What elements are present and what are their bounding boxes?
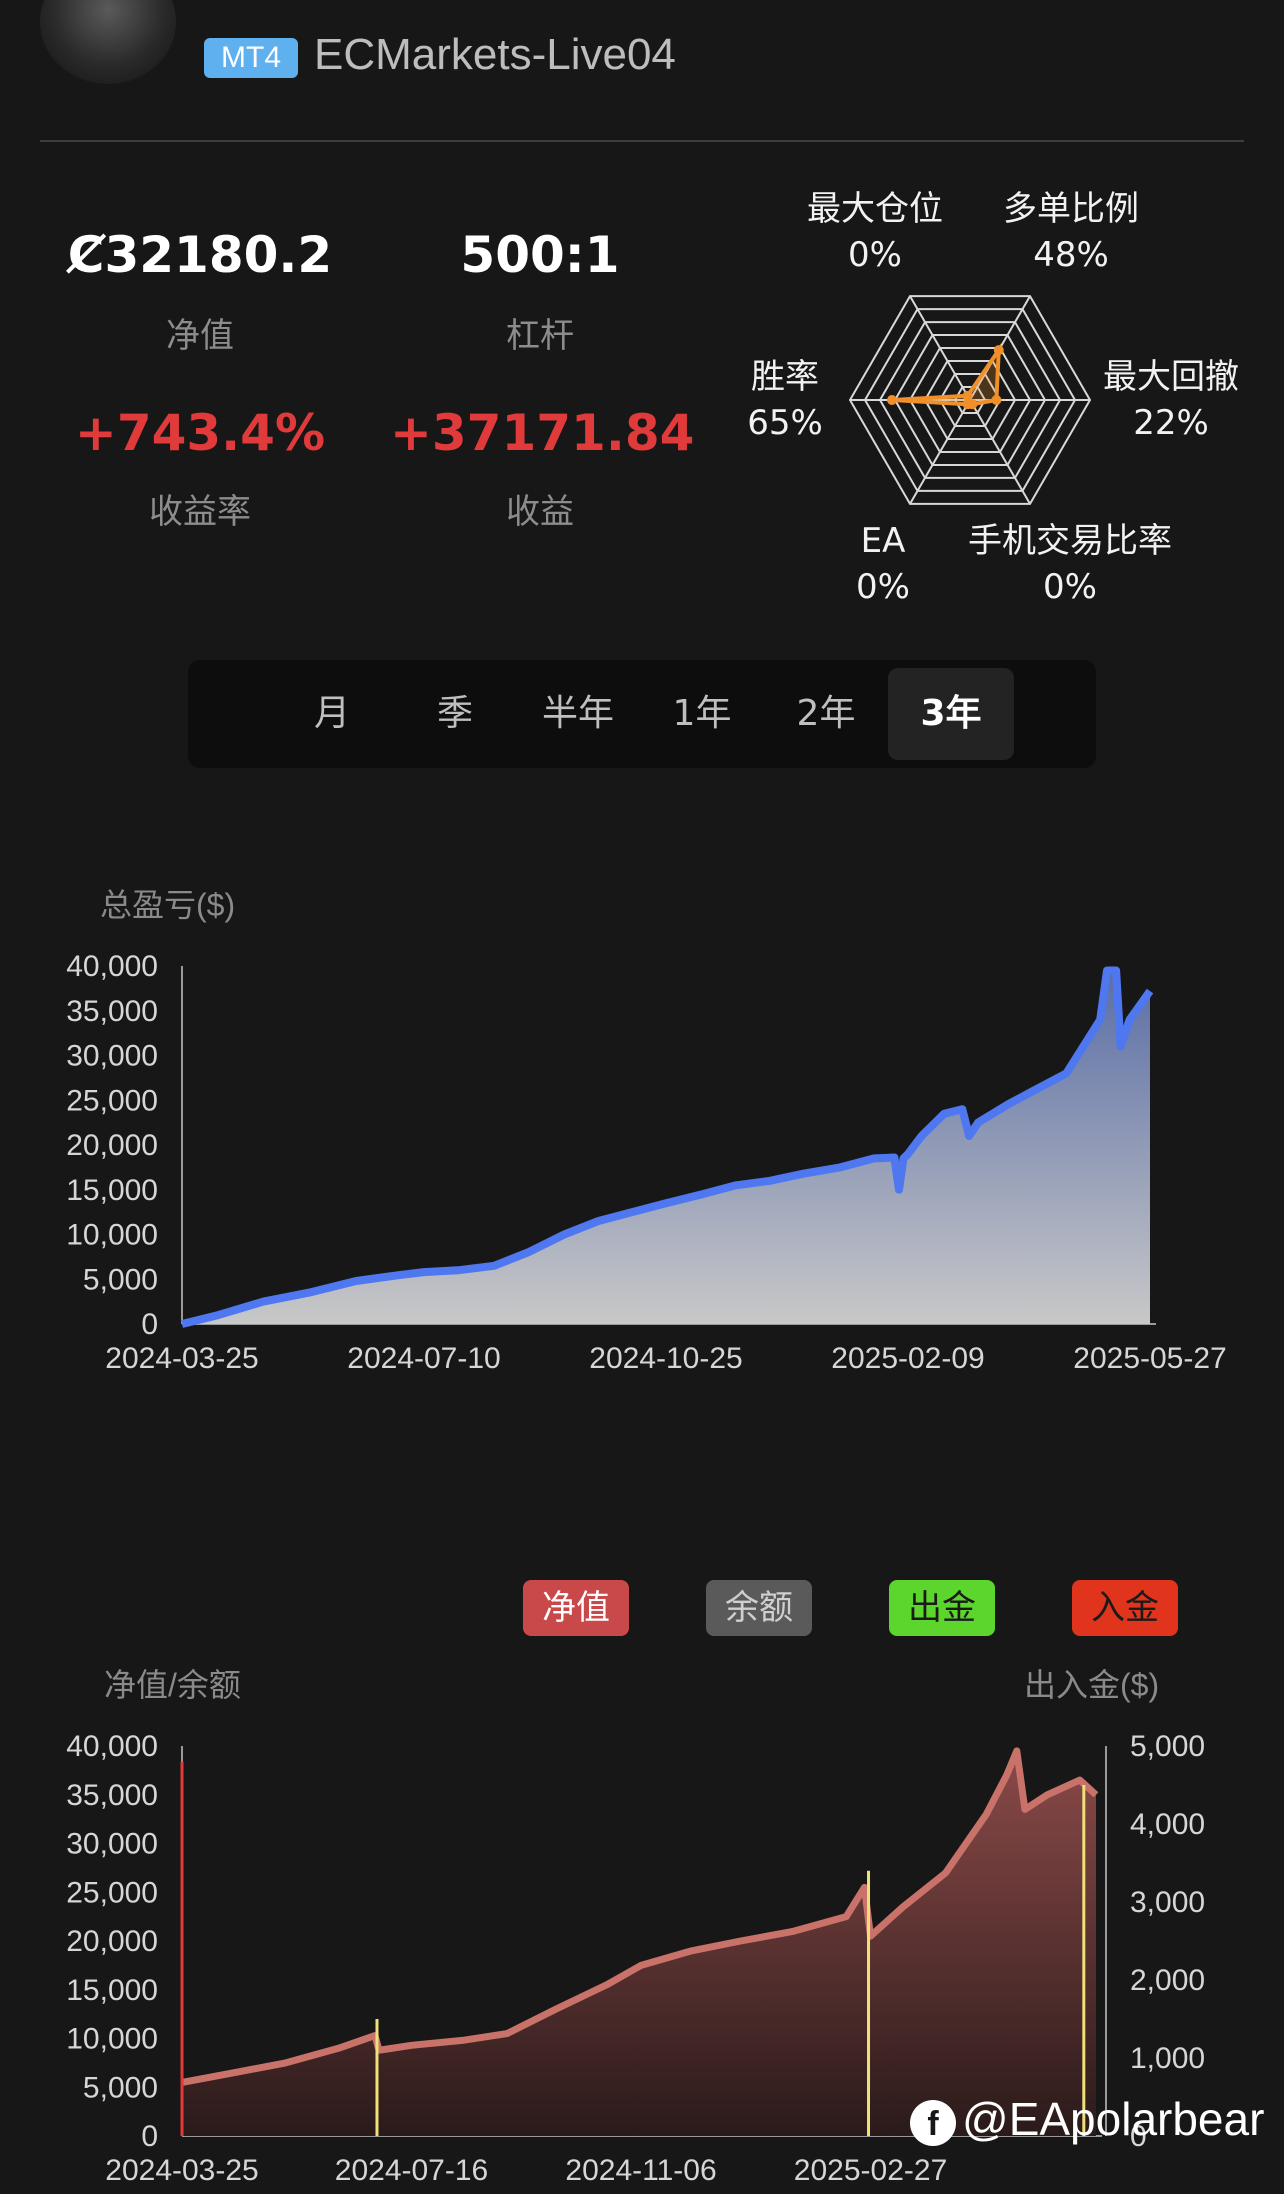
- y-tick-label: 25,000: [66, 1876, 158, 1909]
- y-tick-label: 25,000: [66, 1084, 158, 1117]
- radar-point: [991, 395, 1002, 405]
- legend-equity[interactable]: 净值: [523, 1580, 629, 1636]
- radar-label-mobile-trade: 手机交易比率 0%: [950, 518, 1190, 610]
- y-tick-label: 5,000: [83, 1263, 158, 1296]
- y-tick-label: 15,000: [66, 1174, 158, 1207]
- radar-ea-value: 0%: [856, 567, 910, 607]
- radar-multi-order-value: 48%: [1033, 235, 1109, 275]
- x-tick-label: 2024-03-25: [105, 2154, 258, 2187]
- tab-2-years[interactable]: 2年: [766, 660, 886, 768]
- x-tick-label: 2025-05-27: [1073, 1342, 1226, 1375]
- return-rate-value: +743.4%: [74, 404, 326, 462]
- y-tick-label: 20,000: [66, 1925, 158, 1958]
- radar-mobile-trade-label: 手机交易比率: [968, 521, 1172, 561]
- radar-label-max-drawdown: 最大回撤 22%: [1086, 354, 1256, 446]
- tab-quarter[interactable]: 季: [395, 660, 515, 768]
- y-tick-label: 35,000: [66, 995, 158, 1028]
- x-tick-label: 2024-11-06: [565, 2154, 716, 2187]
- tab-month[interactable]: 月: [272, 660, 392, 768]
- y-tick-label: 35,000: [66, 1779, 158, 1812]
- y-tick-label: 10,000: [66, 1219, 158, 1252]
- y2-tick-label: 1,000: [1130, 2042, 1205, 2075]
- y2-tick-label: 5,000: [1130, 1730, 1205, 1763]
- y-tick-label: 20,000: [66, 1129, 158, 1162]
- radar-max-drawdown-label: 最大回撤: [1103, 357, 1239, 397]
- return-rate-label: 收益率: [149, 492, 251, 532]
- facebook-icon: f: [910, 2100, 956, 2146]
- period-tabs: 月 季 半年 1年 2年 3年: [188, 660, 1096, 768]
- y-tick-label: 15,000: [66, 1974, 158, 2007]
- profit-value: +37171.84: [390, 404, 695, 462]
- profit-label: 收益: [506, 492, 574, 532]
- radar-point: [962, 399, 973, 410]
- tab-3-years[interactable]: 3年: [888, 668, 1014, 760]
- radar-win-rate-label: 胜率: [751, 357, 819, 397]
- radar-label-max-position: 最大仓位 0%: [780, 186, 970, 278]
- radar-label-multi-order: 多单比例 48%: [976, 186, 1166, 278]
- avatar[interactable]: [40, 0, 176, 84]
- equity-chart-title: 净值/余额: [104, 1667, 241, 1703]
- tab-half-year[interactable]: 半年: [518, 660, 638, 768]
- radar-point: [993, 345, 1004, 356]
- pnl-chart-title: 总盈亏($): [100, 887, 236, 923]
- series-area: [182, 1750, 1096, 2136]
- account-name: ECMarkets-Live04: [314, 30, 676, 79]
- radar-max-drawdown-value: 22%: [1133, 403, 1209, 443]
- leverage-label: 杠杆: [506, 316, 574, 356]
- radar-point: [887, 395, 897, 405]
- radar-max-position-value: 0%: [848, 235, 902, 275]
- equity-value: Ȼ32180.2: [67, 226, 333, 284]
- y-tick-label: 0: [141, 1308, 158, 1341]
- y-tick-label: 40,000: [66, 950, 158, 983]
- legend-balance[interactable]: 余额: [706, 1580, 812, 1636]
- y-tick-label: 10,000: [66, 2023, 158, 2056]
- legend-withdraw[interactable]: 出金: [889, 1580, 995, 1636]
- radar-win-rate-value: 65%: [747, 403, 823, 443]
- legend-deposit[interactable]: 入金: [1072, 1580, 1178, 1636]
- equity-label: 净值: [166, 316, 234, 356]
- x-tick-label: 2025-02-27: [794, 2154, 947, 2187]
- y-tick-label: 30,000: [66, 1040, 158, 1073]
- y2-tick-label: 4,000: [1130, 1808, 1205, 1841]
- header-divider: [40, 140, 1244, 142]
- y-tick-label: 5,000: [83, 2071, 158, 2104]
- y-tick-label: 40,000: [66, 1730, 158, 1763]
- x-tick-label: 2024-10-25: [589, 1342, 742, 1375]
- tab-1-year[interactable]: 1年: [642, 660, 762, 768]
- x-tick-label: 2024-07-10: [347, 1342, 500, 1375]
- y2-tick-label: 3,000: [1130, 1886, 1205, 1919]
- y-tick-label: 0: [141, 2120, 158, 2153]
- radar-max-position-label: 最大仓位: [807, 189, 943, 229]
- y2-tick-label: 2,000: [1130, 1964, 1205, 1997]
- y-tick-label: 30,000: [66, 1828, 158, 1861]
- radar-mobile-trade-value: 0%: [1043, 567, 1097, 607]
- radar-ea-label: EA: [860, 521, 906, 561]
- radar-multi-order-label: 多单比例: [1003, 189, 1139, 229]
- series-area: [182, 970, 1150, 1324]
- radar-label-ea: EA 0%: [838, 518, 928, 610]
- platform-badge: MT4: [204, 38, 298, 78]
- x-tick-label: 2025-02-09: [831, 1342, 984, 1375]
- watermark-text: @EApolarbear: [962, 2093, 1265, 2145]
- x-tick-label: 2024-03-25: [105, 1342, 258, 1375]
- x-tick-label: 2024-07-16: [335, 2154, 488, 2187]
- leverage-value: 500:1: [460, 226, 620, 284]
- radar-chart: [848, 295, 1092, 505]
- equity-chart-y2-label: 出入金($): [1024, 1667, 1160, 1703]
- radar-label-win-rate: 胜率 65%: [730, 354, 840, 446]
- pnl-chart: 40,000 35,000 30,000 25,000 20,000 15,000 10,0…: [66, 950, 1227, 1375]
